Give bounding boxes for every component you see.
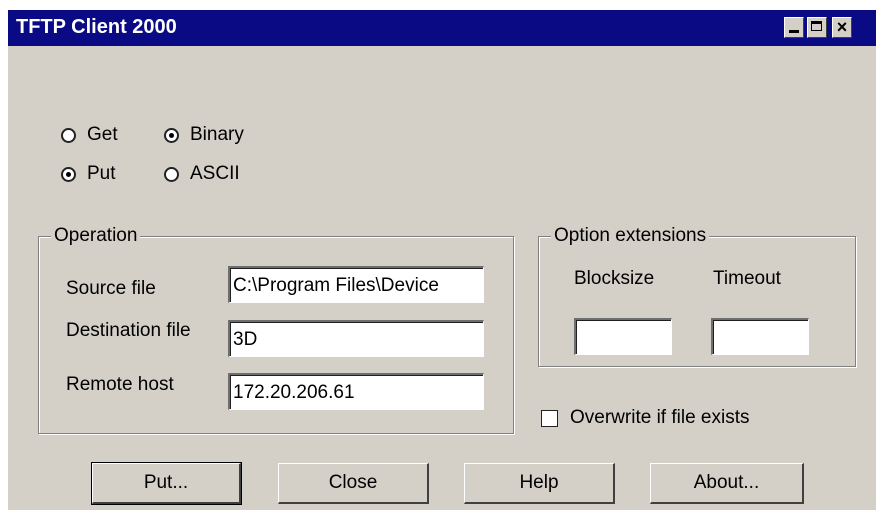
put-label: Put	[87, 163, 116, 184]
close-window-button[interactable]: ×	[832, 17, 852, 38]
window-title: TFTP Client 2000	[16, 16, 177, 38]
ascii-label: ASCII	[190, 163, 240, 184]
radio-circle-icon	[164, 127, 179, 143]
destination-file-label: Destination file	[66, 320, 191, 341]
help-button[interactable]: Help	[464, 463, 615, 504]
get-radio[interactable]: Get	[61, 124, 118, 146]
destination-file-field[interactable]: 3D	[228, 320, 484, 357]
operation-legend: Operation	[51, 225, 141, 247]
tftp-client-window: TFTP Client 2000 × Get Binary Put ASCII …	[8, 10, 876, 510]
radio-circle-icon	[61, 166, 76, 182]
timeout-label: Timeout	[713, 268, 781, 289]
maximize-icon	[811, 21, 822, 31]
timeout-field[interactable]	[711, 318, 809, 355]
source-file-field[interactable]: C:\Program Files\Device	[228, 266, 484, 303]
close-button[interactable]: Close	[278, 463, 429, 504]
source-file-label: Source file	[66, 278, 156, 299]
option-extensions-legend: Option extensions	[551, 225, 710, 247]
overwrite-checkbox[interactable]: Overwrite if file exists	[541, 407, 749, 429]
put-button[interactable]: Put...	[91, 462, 242, 505]
checkbox-box-icon	[541, 409, 558, 427]
blocksize-field[interactable]	[574, 318, 672, 355]
minimize-icon	[789, 30, 799, 33]
binary-radio[interactable]: Binary	[164, 124, 244, 146]
remote-host-field[interactable]: 172.20.206.61	[228, 373, 484, 410]
blocksize-label: Blocksize	[574, 268, 655, 289]
radio-circle-icon	[61, 127, 76, 143]
remote-host-label: Remote host	[66, 374, 174, 395]
title-bar[interactable]: TFTP Client 2000 ×	[8, 10, 876, 46]
overwrite-label: Overwrite if file exists	[570, 407, 750, 428]
close-icon: ×	[836, 17, 848, 37]
binary-label: Binary	[190, 124, 244, 145]
put-radio[interactable]: Put	[61, 163, 116, 185]
about-button[interactable]: About...	[650, 463, 804, 504]
radio-circle-icon	[164, 166, 179, 182]
get-label: Get	[87, 124, 118, 145]
maximize-button[interactable]	[807, 17, 827, 38]
ascii-radio[interactable]: ASCII	[164, 163, 240, 185]
minimize-button[interactable]	[784, 17, 804, 38]
